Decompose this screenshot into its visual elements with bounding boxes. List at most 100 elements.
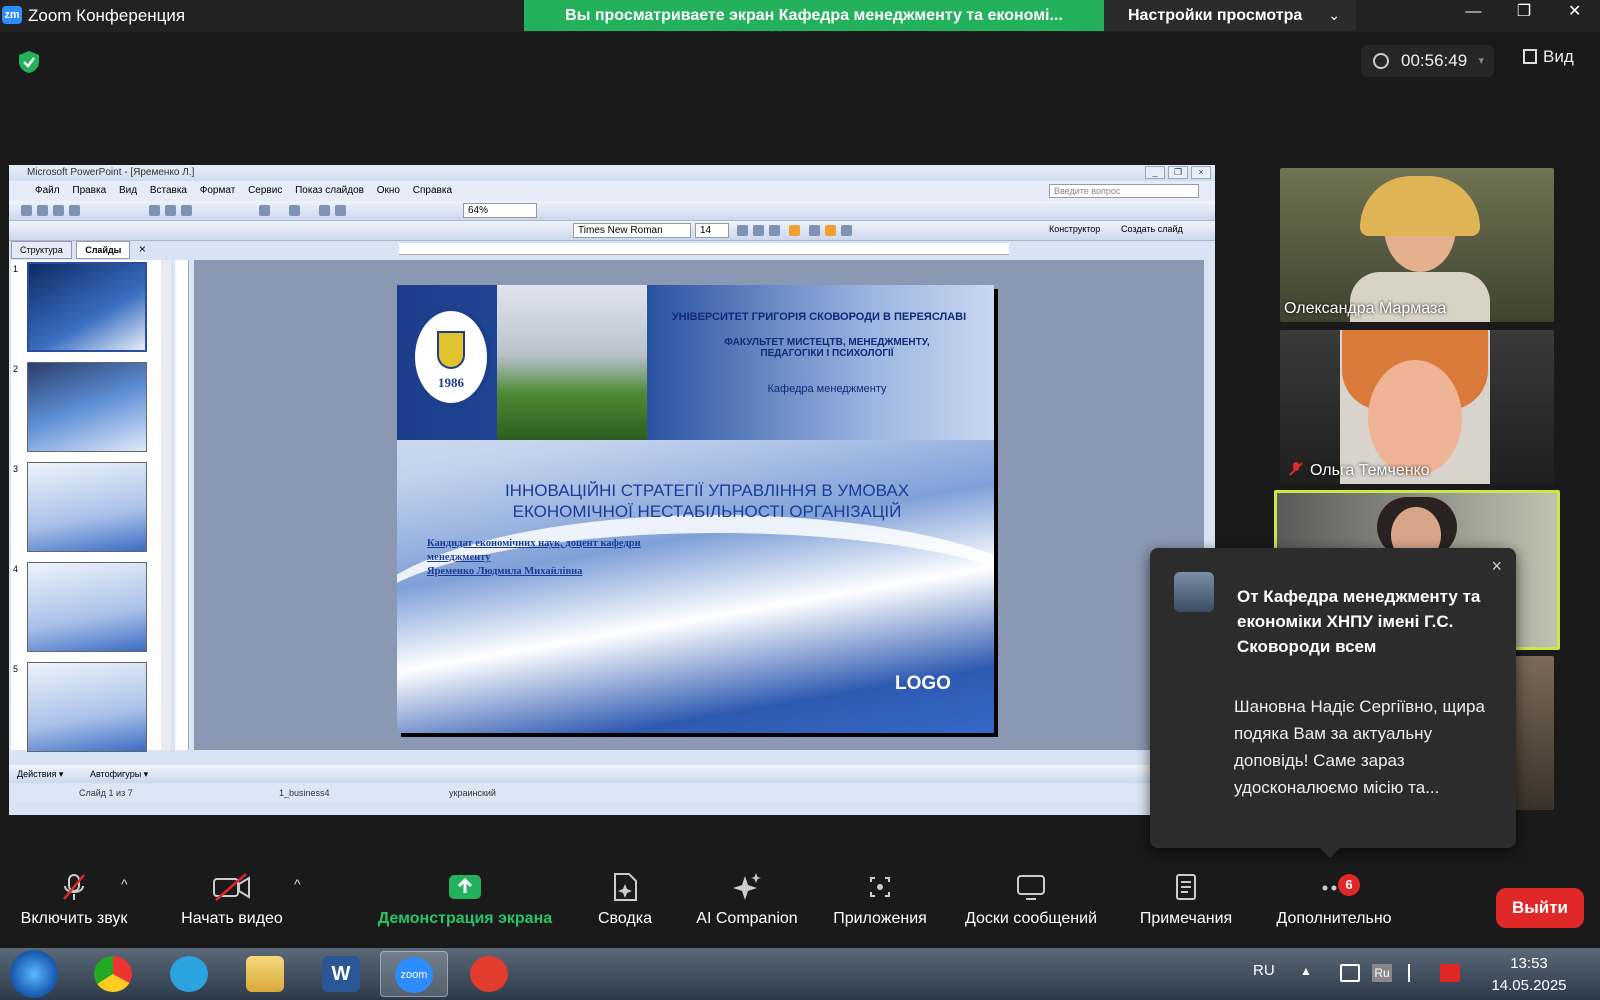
slide-thumbnail[interactable] [27,562,147,652]
whiteboards-button[interactable]: Доски сообщений [956,872,1106,928]
zoom-select[interactable]: 64% [463,203,537,218]
menu-slideshow[interactable]: Показ слайдов [295,185,364,196]
share-screen-button[interactable]: Демонстрация экрана [373,872,557,928]
participant-video-tile[interactable]: Ольга Темченко [1280,330,1554,484]
start-button-icon[interactable] [10,950,58,998]
print-icon[interactable] [69,205,80,216]
current-slide[interactable]: 1986 УНІВЕРСИТЕТ ГРИГОРІЯ СКОВОРОДИ В ПЕ… [397,285,994,733]
slide-thumbnails: 1 2 3 4 5 [11,260,161,752]
menu-insert[interactable]: Вставка [150,185,187,196]
slide-thumbnail[interactable] [27,462,147,552]
tray-expand-icon[interactable]: ▲ [1300,964,1320,982]
taskbar-explorer[interactable] [232,951,300,997]
ppt-restore-button[interactable]: ❐ [1168,166,1188,179]
audio-options-caret[interactable]: ^ [121,876,128,892]
maximize-button[interactable]: ❐ [1499,0,1550,26]
taskbar-wps[interactable] [456,951,524,997]
apps-button[interactable]: Приложения [826,872,934,928]
clock-icon [1373,53,1389,69]
slide-author: Кандидат економічних наук, доцент кафедр… [427,537,727,579]
menu-view[interactable]: Вид [119,185,137,196]
more-button[interactable]: Дополнительно [1268,872,1400,928]
network-icon[interactable] [1340,964,1360,982]
slide-thumbnail[interactable] [27,362,147,452]
slide-title: ІННОВАЦІЙНІ СТРАТЕГІЇ УПРАВЛІННЯ В УМОВА… [447,480,967,522]
align-left-icon[interactable] [809,225,820,236]
security-icon[interactable] [1440,964,1460,982]
align-center-icon[interactable] [825,225,836,236]
open-icon[interactable] [37,205,48,216]
participant-video-tile[interactable]: Олександра Мармаза [1280,168,1554,322]
ask-question-input[interactable]: Введите вопрос [1049,184,1199,198]
participant-name: Ольга Темченко [1288,461,1430,480]
save-icon[interactable] [53,205,64,216]
cut-icon[interactable] [149,205,160,216]
summary-button[interactable]: Сводка [590,872,660,928]
keyboard-layout-indicator[interactable]: Ru [1372,964,1392,982]
new-icon[interactable] [21,205,32,216]
autoshapes-menu[interactable]: Автофигуры ▾ [90,769,148,779]
zoom-logo-icon: zm [2,6,22,24]
shadow-icon[interactable] [789,225,800,236]
thumbnails-scrollbar[interactable] [161,260,171,750]
slide-faculty-line2: ПЕДАГОГІКИ І ПСИХОЛОГІЇ [760,348,894,359]
constructor-button[interactable]: Конструктор [1049,224,1100,234]
underline-icon[interactable] [769,225,780,236]
thumb-number: 4 [13,564,19,574]
tab-structure[interactable]: Структура [11,241,72,259]
bold-icon[interactable] [737,225,748,236]
copy-icon[interactable] [165,205,176,216]
menu-help[interactable]: Справка [413,185,452,196]
ai-companion-button[interactable]: AI Companion [690,872,804,928]
chat-notification[interactable]: От Кафедра менеджменту та економіки ХНПУ… [1150,548,1516,858]
unmute-button[interactable]: Включить звук [14,872,134,928]
menu-window[interactable]: Окно [377,185,400,196]
taskbar-zoom[interactable]: zoom [380,951,448,997]
redo-icon[interactable] [289,205,300,216]
font-name-select[interactable]: Times New Roman [573,223,691,238]
shield-icon[interactable] [18,50,40,74]
zoom-title-bar: zm Zoom Конференция Вы просматриваете эк… [0,0,1600,32]
taskbar-word[interactable]: W [308,951,376,997]
ppt-minimize-button[interactable]: _ [1145,166,1165,179]
slide-logo-text: LOGO [895,673,951,694]
ppt-drawing-toolbar: Действия ▾ Автофигуры ▾ [9,765,1215,783]
menu-edit[interactable]: Правка [72,185,106,196]
paste-icon[interactable] [181,205,192,216]
start-video-button[interactable]: Начать видео [172,872,292,928]
notes-button[interactable]: Примечания [1134,872,1238,928]
italic-icon[interactable] [753,225,764,236]
tab-slides[interactable]: Слайды [76,241,131,259]
meeting-timer[interactable]: 00:56:49 ▾ [1361,45,1494,77]
menu-format[interactable]: Формат [200,185,236,196]
chart-icon[interactable] [319,205,330,216]
taskbar-clock[interactable]: 13:53 14.05.2025 [1484,953,1574,997]
slide-thumbnail[interactable] [27,662,147,752]
leave-button[interactable]: Выйти [1496,888,1584,928]
slide-thumbnail[interactable] [27,262,147,352]
undo-icon[interactable] [259,205,270,216]
font-size-select[interactable]: 14 [695,223,729,238]
ppt-close-button[interactable]: × [1191,166,1211,179]
view-button-label: Вид [1543,47,1574,66]
pane-close-button[interactable]: × [135,242,150,256]
video-options-caret[interactable]: ^ [294,876,301,892]
view-options-dropdown[interactable]: Настройки просмотра ⌄ [1104,0,1356,31]
table-icon[interactable] [335,205,346,216]
menu-file[interactable]: Файл [35,185,60,196]
notification-close-button[interactable]: × [1491,556,1502,577]
menu-tools[interactable]: Сервис [248,185,282,196]
taskbar-chrome[interactable] [80,951,148,997]
view-button[interactable]: Вид [1523,47,1574,67]
slide-title-line2: ЕКОНОМІЧНОЇ НЕСТАБІЛЬНОСТІ ОРГАНІЗАЦІЙ [512,502,902,521]
minimize-button[interactable]: — [1448,0,1499,26]
language-indicator[interactable]: RU [1253,962,1275,979]
close-button[interactable]: ✕ [1549,0,1600,26]
create-slide-button[interactable]: Создать слайд [1121,224,1183,234]
taskbar-telegram[interactable] [156,951,224,997]
actions-menu[interactable]: Действия ▾ [17,769,63,779]
flag-icon[interactable] [1408,964,1428,982]
crest-shield [437,331,465,369]
ppt-title: Microsoft PowerPoint - [Яременко Л.] [27,167,195,178]
align-right-icon[interactable] [841,225,852,236]
